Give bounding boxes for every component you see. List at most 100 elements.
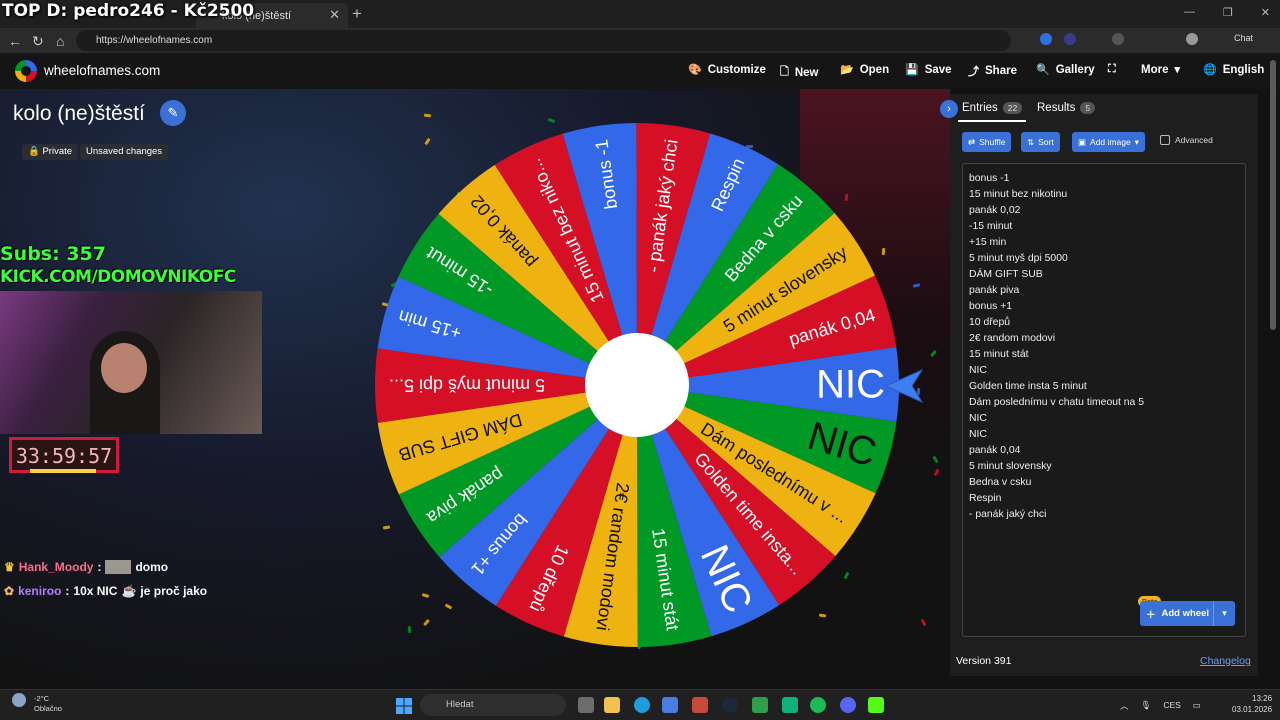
weather-widget[interactable]: -2°C Oblačno [34,694,62,714]
extension-icon[interactable] [1064,33,1076,45]
entry-line[interactable]: Bedna v csku [969,475,1245,491]
entry-line[interactable]: +15 min [969,235,1245,251]
wheel-logo-icon[interactable] [15,60,37,82]
channel-overlay: KICK.COM/DOMOVNIKOFC [0,267,236,287]
copilot-chat-button[interactable]: Chat [1234,33,1253,43]
entry-line[interactable]: -15 minut [969,219,1245,235]
language-button[interactable]: 🌐 English [1203,63,1264,77]
network-icon[interactable]: ▭ [1193,700,1201,712]
tab-close-icon[interactable]: ✕ [329,7,340,23]
tab-results[interactable]: Results 5 [1037,102,1096,114]
entry-line[interactable]: - panák jaký chci [969,507,1245,523]
extension-icon[interactable] [1040,33,1052,45]
microphone-icon[interactable]: 🎙 [1141,700,1152,712]
chat-text-suffix: je proč jako [140,584,208,598]
app-icon[interactable] [752,697,768,713]
back-icon[interactable]: ← [8,33,22,49]
entry-line[interactable]: Respin [969,491,1245,507]
new-tab-icon[interactable]: + [352,4,362,24]
window-controls: — ❐ ✕ [1184,6,1270,19]
add-wheel-dropdown-chevron-icon[interactable]: ▾ [1213,601,1235,626]
profile-avatar-icon[interactable] [1186,33,1198,45]
site-name[interactable]: wheelofnames.com [44,63,160,78]
app-icon[interactable] [782,697,798,713]
tray-chevron-up-icon[interactable]: ︿ [1120,700,1129,712]
weather-icon[interactable] [12,693,26,707]
fullscreen-button[interactable]: ⛶ [1108,63,1116,76]
task-view-icon[interactable] [578,697,594,713]
collapse-panel-chevron-icon[interactable]: › [940,100,958,118]
maximize-icon[interactable]: ❐ [1223,6,1233,19]
entry-line[interactable]: bonus -1 [969,171,1245,187]
app-header: wheelofnames.com 🎨 Customize 🗋 New 📂 Open 💾… [0,53,1280,89]
store-icon[interactable] [662,697,678,713]
entry-line[interactable]: panák 0,04 [969,443,1245,459]
add-image-button[interactable]: ▣ Add image ▾ [1072,132,1145,152]
entry-line[interactable]: 5 minut slovensky [969,459,1245,475]
entry-line[interactable]: bonus +1 [969,299,1245,315]
entry-line[interactable]: 15 minut bez nikotinu [969,187,1245,203]
sort-button[interactable]: ⇅ Sort [1021,132,1060,152]
entry-line[interactable]: panák 0,02 [969,203,1245,219]
windows-taskbar: -2°C Oblačno Hledat ︿ 🎙 CES ▭ 13:26 03.0… [0,689,1280,720]
share-icon: ⤴ [968,66,979,78]
entry-line[interactable]: NIC [969,363,1245,379]
share-button[interactable]: ⤴ Share [968,63,1017,79]
taskbar-clock[interactable]: 13:26 03.01.2026 [1232,693,1272,715]
edit-title-pencil-icon[interactable]: ✎ [160,100,186,126]
close-window-icon[interactable]: ✕ [1261,6,1270,19]
steam-icon[interactable] [722,697,738,713]
tab-entries[interactable]: Entries 22 [962,102,1023,114]
private-badge[interactable]: 🔒 Private [22,144,79,160]
active-tab-indicator [958,120,1026,122]
advanced-checkbox[interactable]: Advanced [1160,135,1213,145]
url-input[interactable]: https://wheelofnames.com [76,30,1011,51]
file-explorer-icon[interactable] [604,697,620,713]
save-button[interactable]: 💾 Save [905,63,952,77]
temperature: -2°C [34,694,50,703]
changelog-link[interactable]: Changelog [1200,655,1251,667]
minimize-icon[interactable]: — [1184,6,1195,19]
top-donator-overlay: TOP D: pedro246 - Kč2500 [2,1,255,21]
taskbar-search-input[interactable]: Hledat [420,694,566,716]
sort-icon: ⇅ [1027,136,1035,147]
entries-textarea[interactable]: bonus -1 15 minut bez nikotinu panák 0,02-… [962,163,1246,637]
address-bar: ← ↻ ⌂ https://wheelofnames.com Chat [0,28,1280,53]
entry-line[interactable]: Golden time insta 5 minut [969,379,1245,395]
entry-line[interactable]: 5 minut myš dpi 5000 [969,251,1245,267]
discord-icon[interactable] [840,697,856,713]
entry-line[interactable]: panák piva [969,283,1245,299]
entry-line[interactable]: 15 minut stát [969,347,1245,363]
entry-list: bonus -1 15 minut bez nikotinu panák 0,02-… [969,171,1245,523]
extension-icon[interactable] [1112,33,1124,45]
gallery-button[interactable]: 🔍 Gallery [1036,63,1095,77]
checkbox-icon[interactable] [1160,135,1170,145]
entry-line[interactable]: 10 dřepů [969,315,1245,331]
spin-wheel[interactable]: bonus -1- panák jaký chci RespinBedna v c… [374,122,900,648]
kick-icon[interactable] [868,697,884,713]
open-button[interactable]: 📂 Open [840,63,889,77]
entry-line[interactable]: NIC [969,427,1245,443]
new-button[interactable]: 🗋 New [780,63,819,82]
home-icon[interactable]: ⌂ [56,33,64,49]
subathon-timer: 33:59:57 [9,437,119,473]
chat-text: 10x NIC [73,584,118,598]
more-menu-button[interactable]: More ▾ [1141,63,1180,77]
entry-line[interactable]: Dám poslednímu v chatu timeout na 5 [969,395,1245,411]
spotify-icon[interactable] [810,697,826,713]
shuffle-button[interactable]: ⇄ Shuffle [962,132,1012,152]
page-scrollbar[interactable] [1270,60,1276,330]
folder-icon: 📂 [840,64,854,76]
entry-line[interactable]: DÁM GIFT SUB [969,267,1245,283]
shuffle-icon: ⇄ [968,136,976,147]
app-icon[interactable] [692,697,708,713]
wheel-center-hub[interactable] [585,333,689,437]
chat-emote-icon [105,560,132,574]
customize-button[interactable]: 🎨 Customize [688,63,766,77]
entry-line[interactable]: NIC [969,411,1245,427]
windows-start-icon[interactable] [396,698,412,714]
reload-icon[interactable]: ↻ [32,33,44,50]
entry-line[interactable]: 2€ random modovi [969,331,1245,347]
input-language[interactable]: CES [1163,700,1180,712]
edge-browser-icon[interactable] [634,697,650,713]
